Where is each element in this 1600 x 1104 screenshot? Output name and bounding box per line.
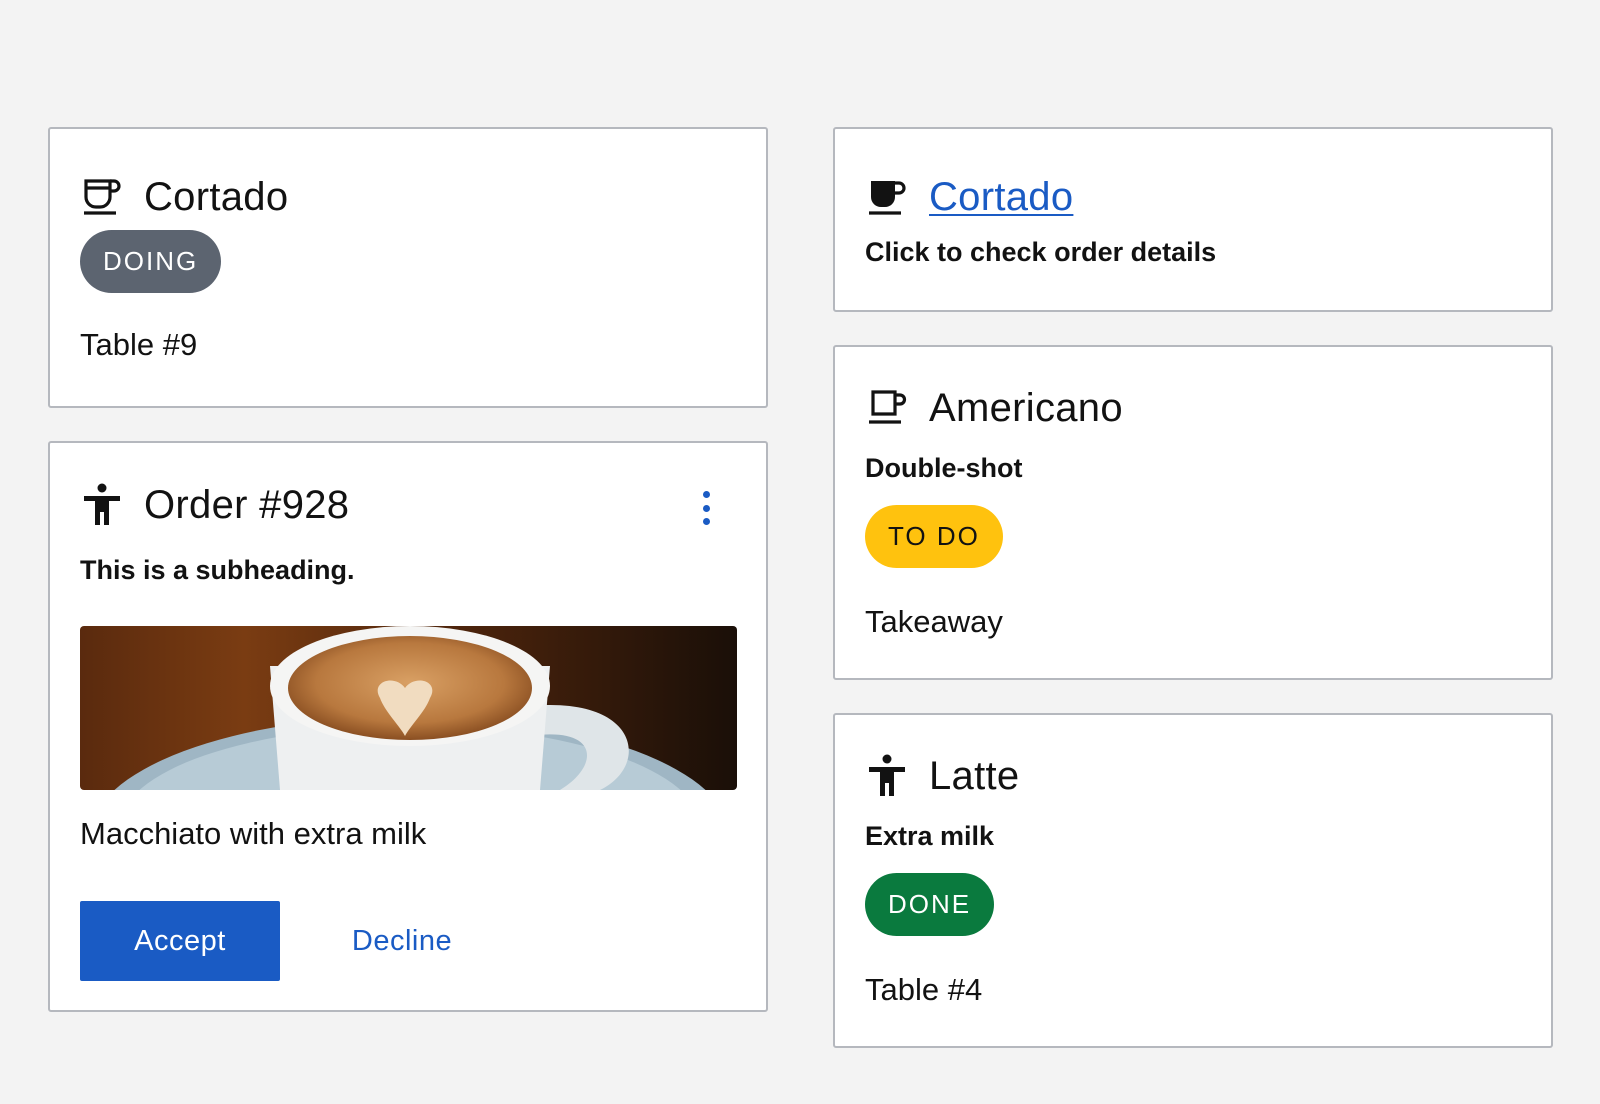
cup-outline-icon bbox=[80, 175, 124, 219]
card-footer-text: Table #9 bbox=[80, 327, 198, 362]
card-header: Order #928 bbox=[80, 481, 349, 529]
card-title-link[interactable]: Cortado bbox=[929, 173, 1073, 221]
mug-icon bbox=[865, 386, 909, 430]
card-title: Cortado bbox=[144, 175, 289, 219]
status-badge: TO DO bbox=[865, 505, 1003, 568]
order-card-latte: Latte Extra milk DONE Table #4 bbox=[833, 713, 1553, 1048]
card-subheading: Double-shot bbox=[865, 453, 1023, 483]
order-card-928: Order #928 This is a subheading. Macchia… bbox=[48, 441, 768, 1012]
card-title: Americano bbox=[929, 386, 1123, 430]
card-subheading: Click to check order details bbox=[865, 237, 1217, 267]
status-badge: DOING bbox=[80, 230, 222, 293]
card-footer-text: Table #4 bbox=[865, 972, 983, 1007]
kebab-menu-icon[interactable] bbox=[696, 491, 716, 525]
decline-button[interactable]: Decline bbox=[312, 901, 492, 981]
order-card-americano: Americano Double-shot TO DO Takeaway bbox=[833, 345, 1553, 680]
coffee-cup-photo bbox=[80, 626, 737, 790]
cup-filled-icon bbox=[865, 175, 909, 219]
card-title: Order #928 bbox=[144, 483, 350, 527]
person-icon bbox=[80, 483, 124, 527]
card-subheading: Extra milk bbox=[865, 821, 995, 851]
order-card-cortado-doing: Cortado DOING Table #9 bbox=[48, 127, 768, 408]
person-icon bbox=[865, 754, 909, 798]
card-header: Latte bbox=[865, 752, 1019, 800]
accept-button[interactable]: Accept bbox=[80, 901, 280, 981]
card-title: Latte bbox=[929, 754, 1020, 798]
card-header: Cortado bbox=[865, 173, 1073, 221]
order-description: Macchiato with extra milk bbox=[80, 816, 427, 851]
card-header: Americano bbox=[865, 384, 1123, 432]
status-badge: DONE bbox=[865, 873, 995, 936]
card-header: Cortado bbox=[80, 173, 288, 221]
card-subheading: This is a subheading. bbox=[80, 555, 355, 585]
card-footer-text: Takeaway bbox=[865, 604, 1003, 639]
order-card-cortado-link: Cortado Click to check order details bbox=[833, 127, 1553, 312]
